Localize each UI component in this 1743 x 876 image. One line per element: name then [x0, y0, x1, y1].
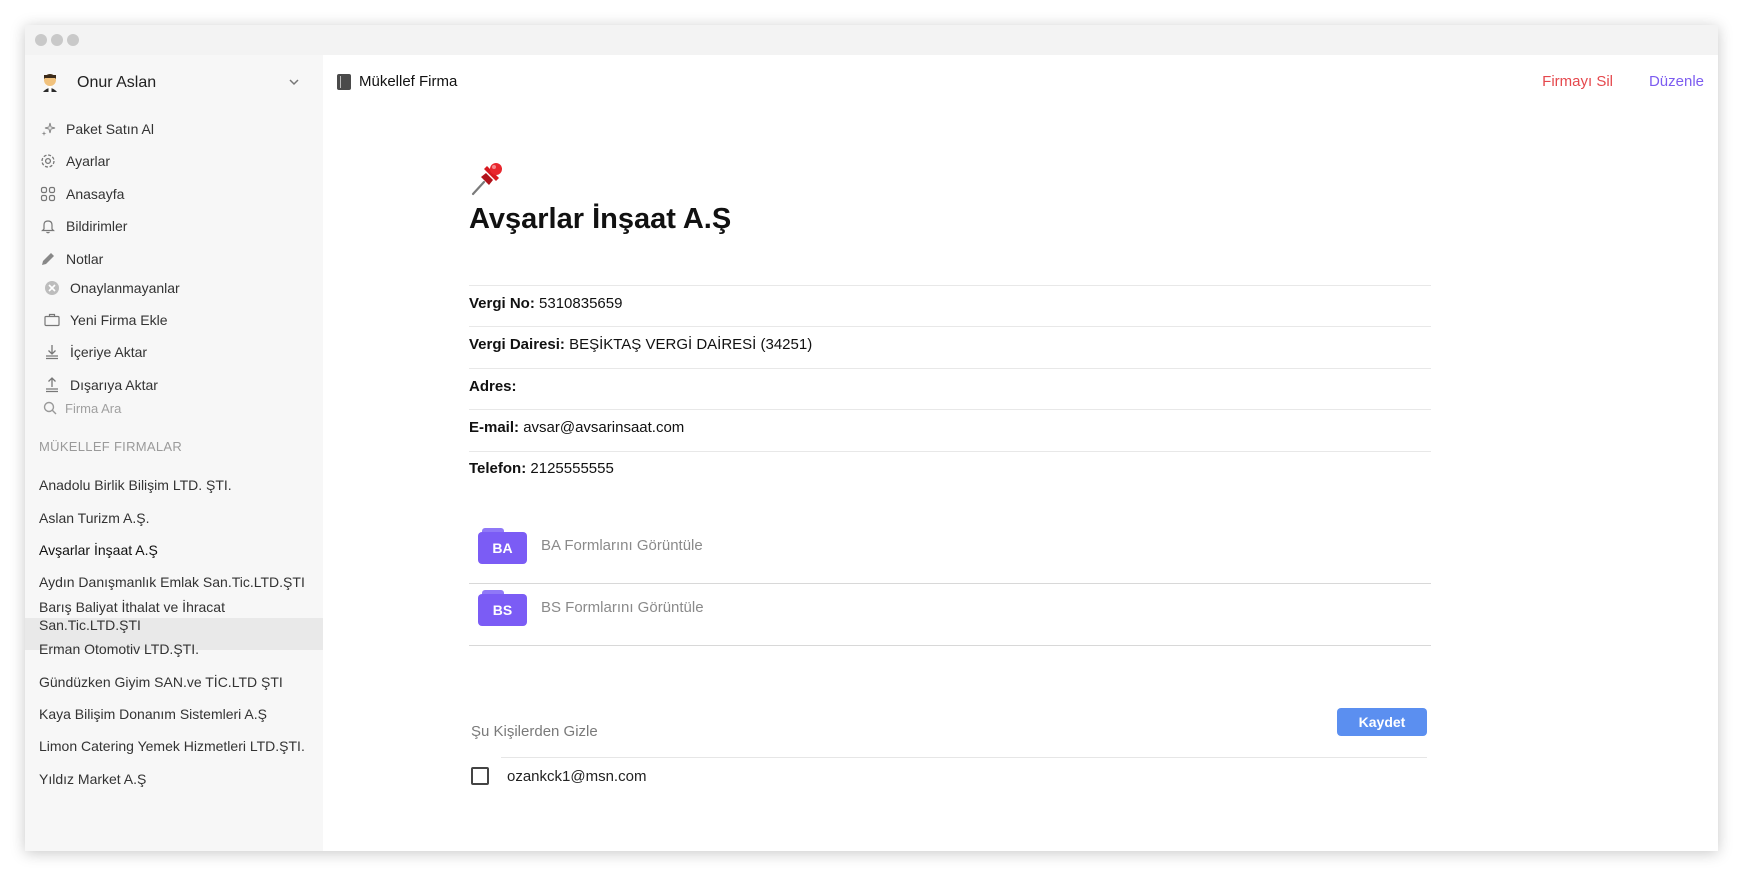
company-title: Avşarlar İnşaat A.Ş [469, 203, 732, 235]
folder-icon: BS [478, 590, 527, 626]
close-window-dot[interactable] [35, 34, 47, 46]
chevron-down-icon[interactable] [287, 75, 301, 89]
firm-item[interactable]: Aslan Turizm A.Ş. [39, 509, 309, 527]
nav-label: İçeriye Aktar [70, 344, 148, 360]
bs-forms-row[interactable]: BS BS Formlarını Görüntüle [469, 584, 1431, 646]
field-label: E-mail: [469, 419, 520, 436]
nav-label: Ayarlar [66, 153, 111, 169]
pencil-icon [39, 250, 57, 268]
divider [469, 409, 1431, 410]
divider [469, 451, 1431, 452]
nav-label: Yeni Firma Ekle [70, 312, 168, 328]
divider [469, 326, 1431, 327]
divider [469, 285, 1431, 286]
title-bar [25, 25, 1718, 55]
avatar-icon [39, 72, 61, 94]
search-input[interactable]: Firma Ara [65, 401, 121, 416]
field-value: BEŞİKTAŞ VERGİ DAİRESİ (34251) [569, 336, 813, 353]
info-vergi-dairesi: Vergi Dairesi: BEŞİKTAŞ VERGİ DAİRESİ (3… [469, 336, 812, 353]
nav-label: Notlar [66, 251, 104, 267]
x-circle-icon [43, 279, 61, 297]
folder-badge: BA [478, 532, 527, 564]
sparkles-icon [39, 120, 57, 138]
divider [469, 368, 1431, 369]
nav-item-bildirimler[interactable]: Bildirimler [39, 213, 127, 239]
field-value: avsar@avsarinsaat.com [523, 419, 685, 436]
page-title: Mükellef Firma [337, 73, 457, 90]
minimize-window-dot[interactable] [51, 34, 63, 46]
section-label: MÜKELLEF FIRMALAR [39, 439, 183, 454]
firm-item[interactable]: Anadolu Birlik Bilişim LTD. ŞTI. [39, 476, 309, 494]
nav-item-paket[interactable]: Paket Satın Al [39, 116, 154, 142]
field-label: Telefon: [469, 460, 527, 477]
hide-section-label: Şu Kişilerden Gizle [471, 723, 598, 740]
page-title-text: Mükellef Firma [359, 73, 458, 90]
nav-item-iceriye-aktar[interactable]: İçeriye Aktar [39, 339, 147, 365]
info-telefon: Telefon: 2125555555 [469, 460, 614, 477]
briefcase-icon [43, 311, 61, 329]
nav-item-yeni-firma[interactable]: Yeni Firma Ekle [39, 307, 168, 333]
firm-item[interactable]: Gündüzken Giyim SAN.ve TİC.LTD ŞTI [39, 673, 309, 691]
sidebar: Onur Aslan Paket Satın Al Ayarlar Anasay… [25, 55, 323, 851]
pushpin-icon [471, 163, 502, 196]
firm-item[interactable]: Barış Baliyat İthalat ve İhracat San.Tic… [39, 598, 239, 634]
ba-forms-row[interactable]: BA BA Formlarını Görüntüle [469, 522, 1431, 584]
nav-item-anasayfa[interactable]: Anasayfa [39, 181, 124, 207]
folder-icon: BA [478, 528, 527, 564]
search-icon [43, 401, 57, 415]
maximize-window-dot[interactable] [67, 34, 79, 46]
folder-badge: BS [478, 594, 527, 626]
firm-item[interactable]: Erman Otomotiv LTD.ŞTI. [39, 640, 309, 658]
field-label: Adres: [469, 378, 517, 395]
nav-label: Paket Satın Al [66, 121, 154, 137]
user-menu[interactable]: Onur Aslan [39, 69, 309, 97]
delete-firm-button[interactable]: Firmayı Sil [1542, 73, 1613, 90]
bs-forms-link[interactable]: BS Formlarını Görüntüle [541, 599, 704, 616]
field-value: 2125555555 [530, 460, 614, 477]
upload-icon [43, 376, 61, 394]
main-content: Mükellef Firma Firmayı Sil Düzenle Avşar… [323, 55, 1718, 851]
info-vergi-no: Vergi No: 5310835659 [469, 295, 622, 312]
field-label: Vergi Dairesi: [469, 336, 565, 353]
firm-item-active[interactable]: Avşarlar İnşaat A.Ş [39, 541, 309, 559]
firm-item[interactable]: Aydın Danışmanlık Emlak San.Tic.LTD.ŞTI [39, 573, 309, 591]
info-adres: Adres: [469, 378, 517, 395]
save-button[interactable]: Kaydet [1337, 708, 1427, 736]
nav-item-ayarlar[interactable]: Ayarlar [39, 148, 110, 174]
field-label: Vergi No: [469, 295, 535, 312]
edit-button[interactable]: Düzenle [1649, 73, 1704, 90]
nav-label: Dışarıya Aktar [70, 377, 158, 393]
firm-search[interactable]: Firma Ara [43, 397, 121, 419]
grid-icon [39, 185, 57, 203]
divider [501, 757, 1427, 758]
user-name: Onur Aslan [77, 74, 157, 91]
nav-item-notlar[interactable]: Notlar [39, 246, 103, 272]
app-window: Onur Aslan Paket Satın Al Ayarlar Anasay… [25, 25, 1718, 851]
field-value: 5310835659 [539, 295, 623, 312]
firm-item[interactable]: Limon Catering Yemek Hizmetleri LTD.ŞTI. [39, 737, 309, 755]
download-icon [43, 343, 61, 361]
gear-icon [39, 152, 57, 170]
book-icon [337, 73, 351, 90]
nav-label: Bildirimler [66, 218, 128, 234]
firm-item[interactable]: Yıldız Market A.Ş [39, 770, 309, 788]
nav-item-disariya-aktar[interactable]: Dışarıya Aktar [39, 372, 158, 398]
nav-item-onaylanmayanlar[interactable]: Onaylanmayanlar [39, 275, 180, 301]
person-checkbox[interactable] [471, 767, 489, 785]
person-row: ozankck1@msn.com [471, 766, 646, 786]
bell-icon [39, 217, 57, 235]
firm-item[interactable]: Kaya Bilişim Donanım Sistemleri A.Ş [39, 705, 309, 723]
nav-label: Anasayfa [66, 186, 125, 202]
nav-label: Onaylanmayanlar [70, 280, 180, 296]
ba-forms-link[interactable]: BA Formlarını Görüntüle [541, 537, 703, 554]
info-email: E-mail: avsar@avsarinsaat.com [469, 419, 684, 436]
divider [469, 645, 1431, 646]
person-email: ozankck1@msn.com [507, 767, 647, 785]
